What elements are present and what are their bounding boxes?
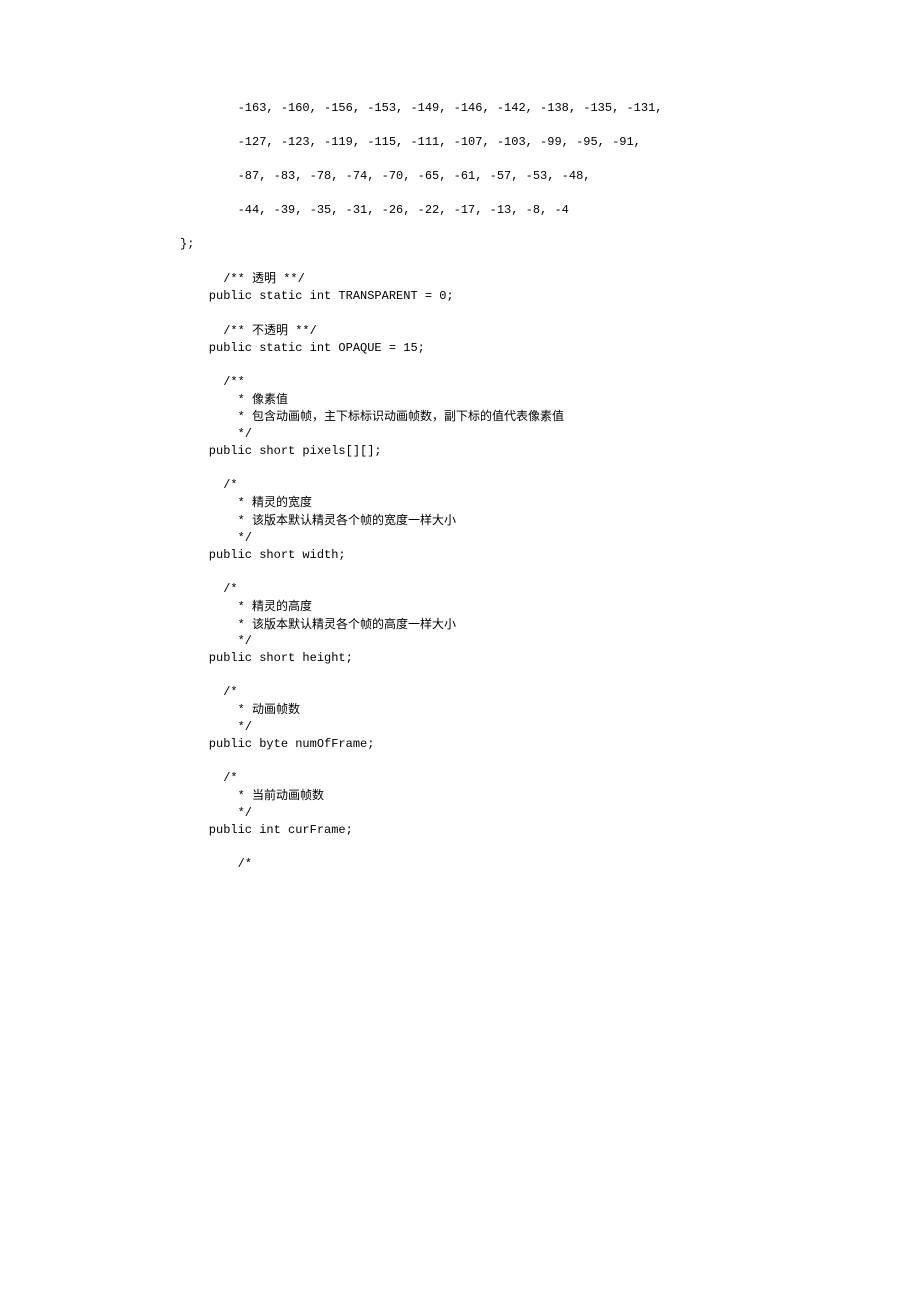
code-line — [180, 185, 920, 202]
code-line: * 动画帧数 — [180, 701, 920, 719]
code-line: /** 不透明 **/ — [180, 322, 920, 340]
code-line: /** 透明 **/ — [180, 270, 920, 288]
code-line — [180, 460, 920, 477]
code-line: public byte numOfFrame; — [180, 736, 920, 753]
code-line: public short pixels[][]; — [180, 443, 920, 460]
code-line — [180, 305, 920, 322]
code-line — [180, 253, 920, 270]
code-line: */ — [180, 530, 920, 547]
code-line: */ — [180, 805, 920, 822]
code-line: */ — [180, 426, 920, 443]
code-line: * 该版本默认精灵各个帧的宽度一样大小 — [180, 512, 920, 530]
code-line — [180, 151, 920, 168]
code-line: /** — [180, 374, 920, 391]
code-line — [180, 117, 920, 134]
code-line — [180, 839, 920, 856]
code-line: * 包含动画帧，主下标标识动画帧数，副下标的值代表像素值 — [180, 408, 920, 426]
code-line: /* — [180, 684, 920, 701]
code-line: /* — [180, 581, 920, 598]
code-line — [180, 753, 920, 770]
code-line: */ — [180, 719, 920, 736]
code-line: /* — [180, 856, 920, 873]
code-line — [180, 667, 920, 684]
code-line: * 精灵的宽度 — [180, 494, 920, 512]
code-line: -127, -123, -119, -115, -111, -107, -103… — [180, 134, 920, 151]
code-page: -163, -160, -156, -153, -149, -146, -142… — [0, 0, 920, 933]
code-line: public static int TRANSPARENT = 0; — [180, 288, 920, 305]
code-line: */ — [180, 633, 920, 650]
code-line: public int curFrame; — [180, 822, 920, 839]
code-line: public static int OPAQUE = 15; — [180, 340, 920, 357]
code-line: * 当前动画帧数 — [180, 787, 920, 805]
code-line — [180, 219, 920, 236]
code-line — [180, 564, 920, 581]
code-line: /* — [180, 477, 920, 494]
code-line: -163, -160, -156, -153, -149, -146, -142… — [180, 100, 920, 117]
code-line: public short height; — [180, 650, 920, 667]
code-line: -44, -39, -35, -31, -26, -22, -17, -13, … — [180, 202, 920, 219]
code-line: /* — [180, 770, 920, 787]
code-line — [180, 357, 920, 374]
code-line: -87, -83, -78, -74, -70, -65, -61, -57, … — [180, 168, 920, 185]
code-line: * 该版本默认精灵各个帧的高度一样大小 — [180, 616, 920, 634]
code-block: -163, -160, -156, -153, -149, -146, -142… — [0, 100, 920, 873]
code-line: * 像素值 — [180, 391, 920, 409]
code-line: public short width; — [180, 547, 920, 564]
code-line: }; — [180, 236, 920, 253]
code-line: * 精灵的高度 — [180, 598, 920, 616]
